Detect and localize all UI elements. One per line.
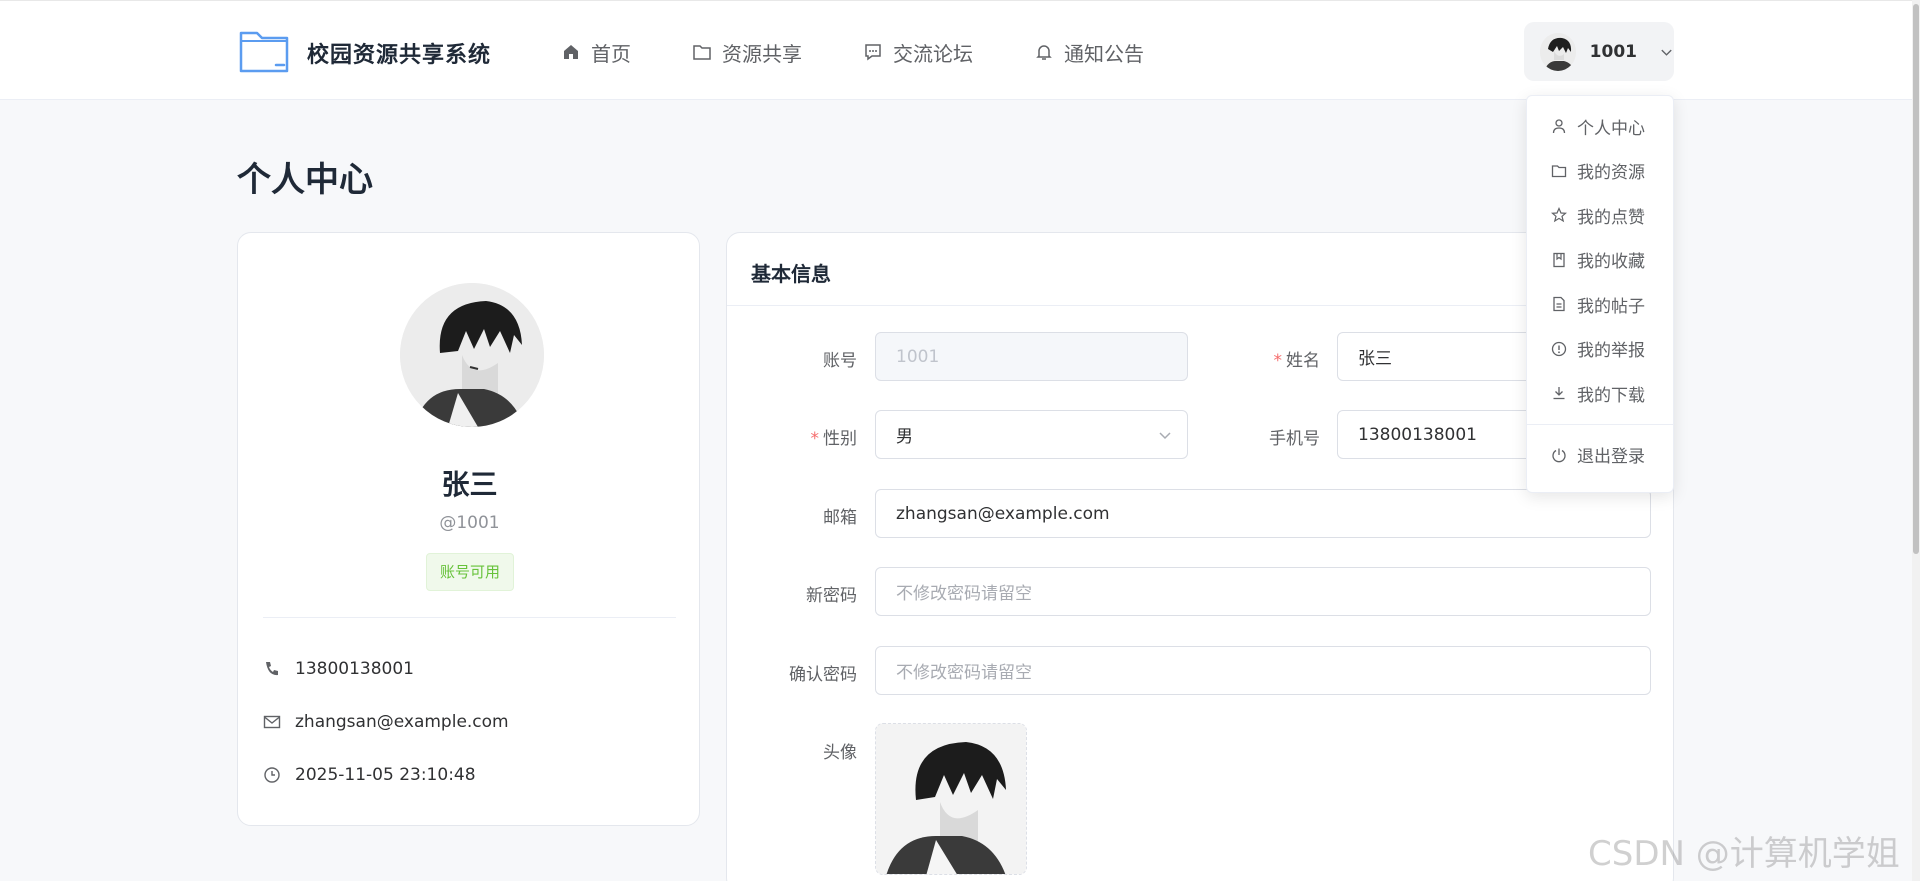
power-icon <box>1552 448 1566 463</box>
email-input[interactable]: zhangsan@example.com <box>875 489 1651 538</box>
account-value: 1001 <box>896 346 940 367</box>
email-label-text: 邮箱 <box>823 508 857 528</box>
gender-label: * 性别 <box>810 429 858 449</box>
profile-card: 张三 @1001 账号可用 13800138001 zhangsan@examp… <box>237 232 700 826</box>
menu-item-profile[interactable]: 个人中心 <box>1527 104 1673 149</box>
mail-icon <box>263 715 281 729</box>
nav-forum[interactable]: 交流论坛 <box>863 37 973 67</box>
info-email-text: zhangsan@example.com <box>295 712 509 732</box>
divider <box>1527 423 1673 425</box>
phone-label: 手机号 <box>1200 424 1320 449</box>
nav-resources[interactable]: 资源共享 <box>692 37 802 67</box>
divider <box>263 617 676 618</box>
chevron-down-icon <box>1159 432 1171 440</box>
menu-item-label: 我的帖子 <box>1577 296 1645 317</box>
info-created: 2025-11-05 23:10:48 <box>263 763 476 787</box>
logo-text[interactable]: 校园资源共享系统 <box>307 37 491 69</box>
avatar-uploader[interactable] <box>875 723 1027 875</box>
avatar <box>1540 32 1576 71</box>
confirm-password-label: 确认密码 <box>737 660 857 685</box>
menu-item-label: 我的资源 <box>1577 163 1645 184</box>
profile-avatar <box>400 283 544 427</box>
user-dropdown-menu: 个人中心 我的资源 我的点赞 我的收藏 我的帖子 我的举报 我的下载 退出登录 <box>1526 95 1674 493</box>
card-title: 基本信息 <box>751 262 831 286</box>
new-password-input[interactable]: 不修改密码请留空 <box>875 567 1651 616</box>
phone-icon <box>266 662 278 676</box>
profile-handle: @1001 <box>439 513 500 533</box>
email-label: 邮箱 <box>737 503 857 528</box>
profile-name: 张三 <box>441 468 498 501</box>
folder-icon <box>693 45 711 60</box>
menu-item-my-downloads[interactable]: 我的下载 <box>1527 371 1673 416</box>
menu-item-label: 我的点赞 <box>1577 207 1645 228</box>
email-value: zhangsan@example.com <box>896 503 1110 524</box>
folder-logo-icon <box>239 31 289 73</box>
name-label: * 姓名 <box>1273 351 1321 371</box>
confirm-password-label-text: 确认密码 <box>789 665 857 685</box>
clock-icon <box>264 767 280 783</box>
name-value: 张三 <box>1358 349 1392 369</box>
bell-icon <box>1036 45 1052 60</box>
name-label-text: 姓名 <box>1286 351 1320 371</box>
chat-icon <box>865 44 881 61</box>
new-password-placeholder: 不修改密码请留空 <box>896 584 1032 604</box>
watermark: CSDN @计算机学姐 <box>1588 834 1900 874</box>
menu-item-logout[interactable]: 退出登录 <box>1527 433 1673 478</box>
download-icon <box>1553 387 1565 400</box>
menu-item-label: 我的收藏 <box>1577 252 1645 273</box>
menu-item-label: 我的举报 <box>1577 341 1645 362</box>
chevron-down-icon <box>1661 49 1672 56</box>
home-icon <box>564 45 578 59</box>
new-password-label: 新密码 <box>737 581 857 606</box>
scrollbar-thumb[interactable] <box>1913 4 1919 554</box>
bookmark-icon <box>1553 252 1565 267</box>
menu-item-my-favorites[interactable]: 我的收藏 <box>1527 238 1673 283</box>
confirm-password-placeholder: 不修改密码请留空 <box>896 663 1032 683</box>
document-icon <box>1553 297 1565 312</box>
info-email: zhangsan@example.com <box>263 710 509 734</box>
folder-icon <box>1551 165 1567 177</box>
top-header: 校园资源共享系统 首页 资源共享 交流论坛 通知公告 1001 <box>0 0 1920 100</box>
menu-item-label: 退出登录 <box>1577 447 1645 468</box>
page-title: 个人中心 <box>237 160 373 200</box>
status-badge: 账号可用 <box>426 553 514 591</box>
nav-home-label: 首页 <box>591 41 631 66</box>
new-password-label-text: 新密码 <box>806 586 857 606</box>
menu-item-my-posts[interactable]: 我的帖子 <box>1527 282 1673 327</box>
warning-icon <box>1551 341 1567 356</box>
menu-item-label: 我的下载 <box>1577 385 1645 406</box>
menu-item-my-resources[interactable]: 我的资源 <box>1527 149 1673 194</box>
info-phone-text: 13800138001 <box>295 659 414 679</box>
gender-value: 男 <box>896 427 913 447</box>
account-label: 账号 <box>737 346 857 371</box>
user-menu-trigger[interactable]: 1001 <box>1524 22 1674 81</box>
nav-resources-label: 资源共享 <box>722 41 802 66</box>
avatar-image-icon <box>876 724 1026 874</box>
account-input[interactable]: 1001 <box>875 332 1188 381</box>
account-label-text: 账号 <box>823 351 857 371</box>
avatar-label-text: 头像 <box>823 743 857 763</box>
menu-item-my-likes[interactable]: 我的点赞 <box>1527 193 1673 238</box>
nav-notices[interactable]: 通知公告 <box>1034 37 1144 67</box>
phone-label-text: 手机号 <box>1269 429 1320 449</box>
confirm-password-input[interactable]: 不修改密码请留空 <box>875 646 1651 695</box>
phone-value: 13800138001 <box>1358 424 1477 445</box>
nav-forum-label: 交流论坛 <box>893 41 973 66</box>
avatar-label: 头像 <box>737 738 857 763</box>
avatar-image-icon <box>400 283 544 427</box>
avatar-image-icon <box>1540 32 1576 71</box>
star-icon <box>1551 207 1567 223</box>
nav-notices-label: 通知公告 <box>1064 41 1144 66</box>
menu-item-label: 个人中心 <box>1577 118 1645 139</box>
info-created-text: 2025-11-05 23:10:48 <box>295 765 476 785</box>
info-phone: 13800138001 <box>263 657 414 681</box>
user-icon <box>1552 119 1566 134</box>
gender-label-text: 性别 <box>823 429 857 449</box>
nav-home[interactable]: 首页 <box>561 37 631 67</box>
gender-select[interactable]: 男 <box>875 410 1188 459</box>
menu-item-my-reports[interactable]: 我的举报 <box>1527 327 1673 372</box>
user-name: 1001 <box>1589 41 1637 62</box>
